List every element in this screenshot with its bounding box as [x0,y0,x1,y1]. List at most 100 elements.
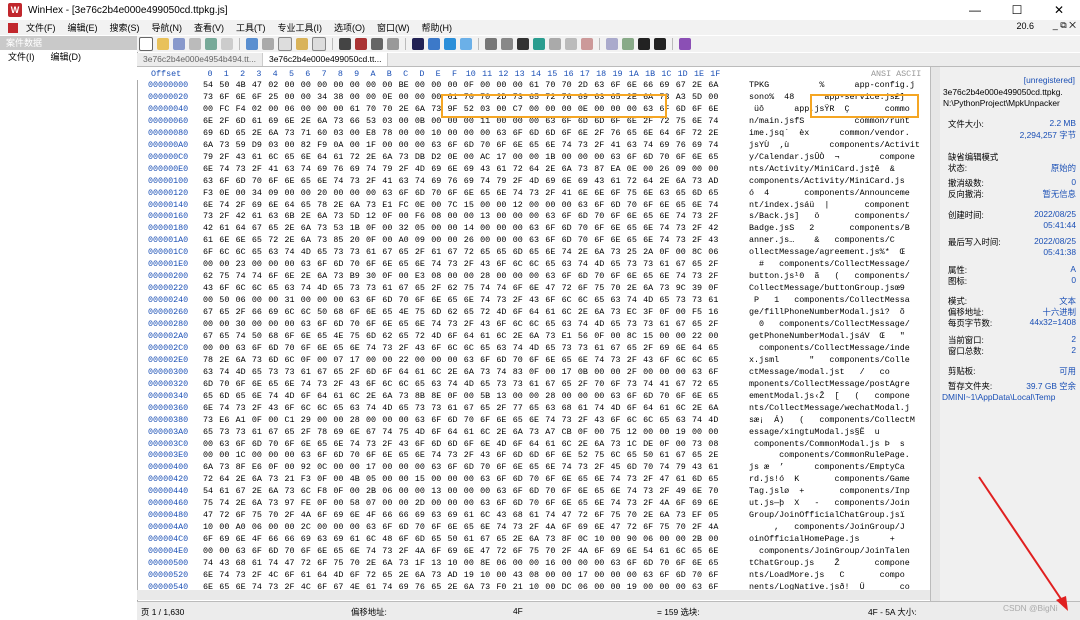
hex-byte[interactable]: 62 [382,331,392,341]
hex-byte[interactable]: 65 [480,343,490,353]
hex-byte[interactable]: 6D [333,259,343,269]
hex-byte[interactable]: 2F [659,486,669,496]
hex-byte[interactable]: 73 [317,223,327,233]
hex-byte[interactable]: 74 [611,498,621,508]
hex-byte[interactable]: 6E [692,486,702,496]
hex-byte[interactable]: 00 [366,80,376,90]
hex-byte[interactable]: 63 [350,295,360,305]
hex-byte[interactable]: 68 [236,558,246,568]
hex-byte[interactable]: 6E [578,486,588,496]
hex-byte[interactable]: 6E [708,546,718,556]
hex-row[interactable]: 000004A0 10 00 A0 06 00 00 2C 00 00 00 63 6F 6D 70 6F 6E… [137,522,930,534]
hex-byte[interactable]: 6F [643,522,653,532]
hex-byte[interactable]: 4D [496,307,506,317]
paste-icon[interactable] [296,38,308,50]
hex-byte[interactable]: 4D [529,176,539,186]
hex-byte[interactable]: 65 [708,558,718,568]
hex-byte[interactable]: 00 [399,415,409,425]
hex-byte[interactable]: 61 [611,176,621,186]
hex-byte[interactable]: 4D [464,379,474,389]
hex-byte[interactable]: 65 [529,247,539,257]
hex-byte[interactable]: 70 [692,570,702,580]
hex-byte[interactable]: 74 [219,403,229,413]
hex-byte[interactable]: 74 [627,295,637,305]
hex-byte[interactable]: 0E [415,200,425,210]
hex-byte[interactable]: 6F [496,450,506,460]
hex-byte[interactable]: 65 [578,498,588,508]
hex-byte[interactable]: 6A [415,570,425,580]
hex-byte[interactable]: 61 [415,367,425,377]
hex-byte[interactable]: 61 [708,295,718,305]
hex-byte[interactable]: 70 [578,223,588,233]
hex-byte[interactable]: 65 [480,379,490,389]
hex-byte[interactable]: 6A [529,331,539,341]
hex-byte[interactable]: 61 [594,343,604,353]
hex-byte[interactable]: 6E [219,235,229,245]
hex-byte[interactable]: 6A [252,474,262,484]
hex-byte[interactable]: 00 [399,92,409,102]
hex-byte[interactable]: 15 [415,474,425,484]
hex-byte[interactable]: 74 [659,462,669,472]
hex-byte[interactable]: E1 [382,200,392,210]
hex-byte[interactable]: 2F [219,116,229,126]
hex-byte[interactable]: 6A [708,403,718,413]
hex-byte[interactable]: 0F [659,439,669,449]
hex-byte[interactable]: 0F [252,415,262,425]
hex-byte[interactable]: 00 [676,534,686,544]
hex-byte[interactable]: 74 [692,415,702,425]
hex-byte[interactable]: 6E [496,188,506,198]
hex-byte[interactable]: 6D [399,522,409,532]
hex-byte[interactable]: 72 [627,176,637,186]
hex-byte[interactable]: 06 [236,295,246,305]
hex-byte[interactable]: 6C [431,367,441,377]
hex-byte[interactable]: 2F [692,522,702,532]
hex-byte[interactable]: AD [448,570,458,580]
hex-byte[interactable]: 00 [203,439,213,449]
hex-byte[interactable]: 65 [692,259,702,269]
child-window-controls[interactable]: _ ⧉ ✕ [1053,20,1076,31]
hex-byte[interactable]: 6C [529,319,539,329]
hex-byte[interactable]: 6A [594,439,604,449]
hex-byte[interactable]: 63 [382,188,392,198]
hex-byte[interactable]: 6F [692,104,702,114]
hex-byte[interactable]: 67 [203,307,213,317]
ascii-text[interactable]: ctMessage/modal.jst / co [749,367,890,377]
hex-byte[interactable]: 6F [219,92,229,102]
hex-byte[interactable]: 63 [203,367,213,377]
save-icon[interactable] [173,38,185,50]
hex-byte[interactable]: 6D [513,450,523,460]
maximize-button[interactable]: ☐ [996,0,1038,20]
hex-byte[interactable]: 2E [366,391,376,401]
hex-byte[interactable]: 4D [643,295,653,305]
hex-byte[interactable]: 65 [545,259,555,269]
hex-byte[interactable]: 39 [692,283,702,293]
hex-byte[interactable]: 73 [236,427,246,437]
hex-byte[interactable]: 00 [464,152,474,162]
hex-byte[interactable]: 2F [464,259,474,269]
ascii-text[interactable]: button.js¹0 ã ( components/ [749,271,910,281]
hex-byte[interactable]: 61 [659,319,669,329]
hex-byte[interactable]: 65 [399,331,409,341]
hex-byte[interactable]: 79 [676,462,686,472]
hex-byte[interactable]: 67 [545,379,555,389]
hex-byte[interactable]: 00 [611,570,621,580]
hex-byte[interactable]: 00 [203,295,213,305]
hex-byte[interactable]: 00 [219,343,229,353]
hex-byte[interactable]: 63 [317,534,327,544]
hex-byte[interactable]: 74 [594,355,604,365]
hex-byte[interactable]: 61 [252,558,262,568]
hex-byte[interactable]: 1B [545,152,555,162]
hex-byte[interactable]: 75 [399,427,409,437]
hex-byte[interactable]: 73 [382,343,392,353]
hex-row[interactable]: 000003E0 00 00 1C 00 00 00 63 6F 6D 70 6F 6E 65 6E 74 73… [137,450,930,462]
hex-byte[interactable]: 69 [431,176,441,186]
hex-byte[interactable]: 00 [203,546,213,556]
hex-byte[interactable]: 2F [236,307,246,317]
hex-byte[interactable]: 43 [708,235,718,245]
hex-byte[interactable]: 00 [333,104,343,114]
hex-byte[interactable]: 73 [399,152,409,162]
hex-byte[interactable]: 85 [333,235,343,245]
hex-byte[interactable]: 10 [203,522,213,532]
hex-byte[interactable]: 65 [708,474,718,484]
hex-byte[interactable]: 6F [513,307,523,317]
